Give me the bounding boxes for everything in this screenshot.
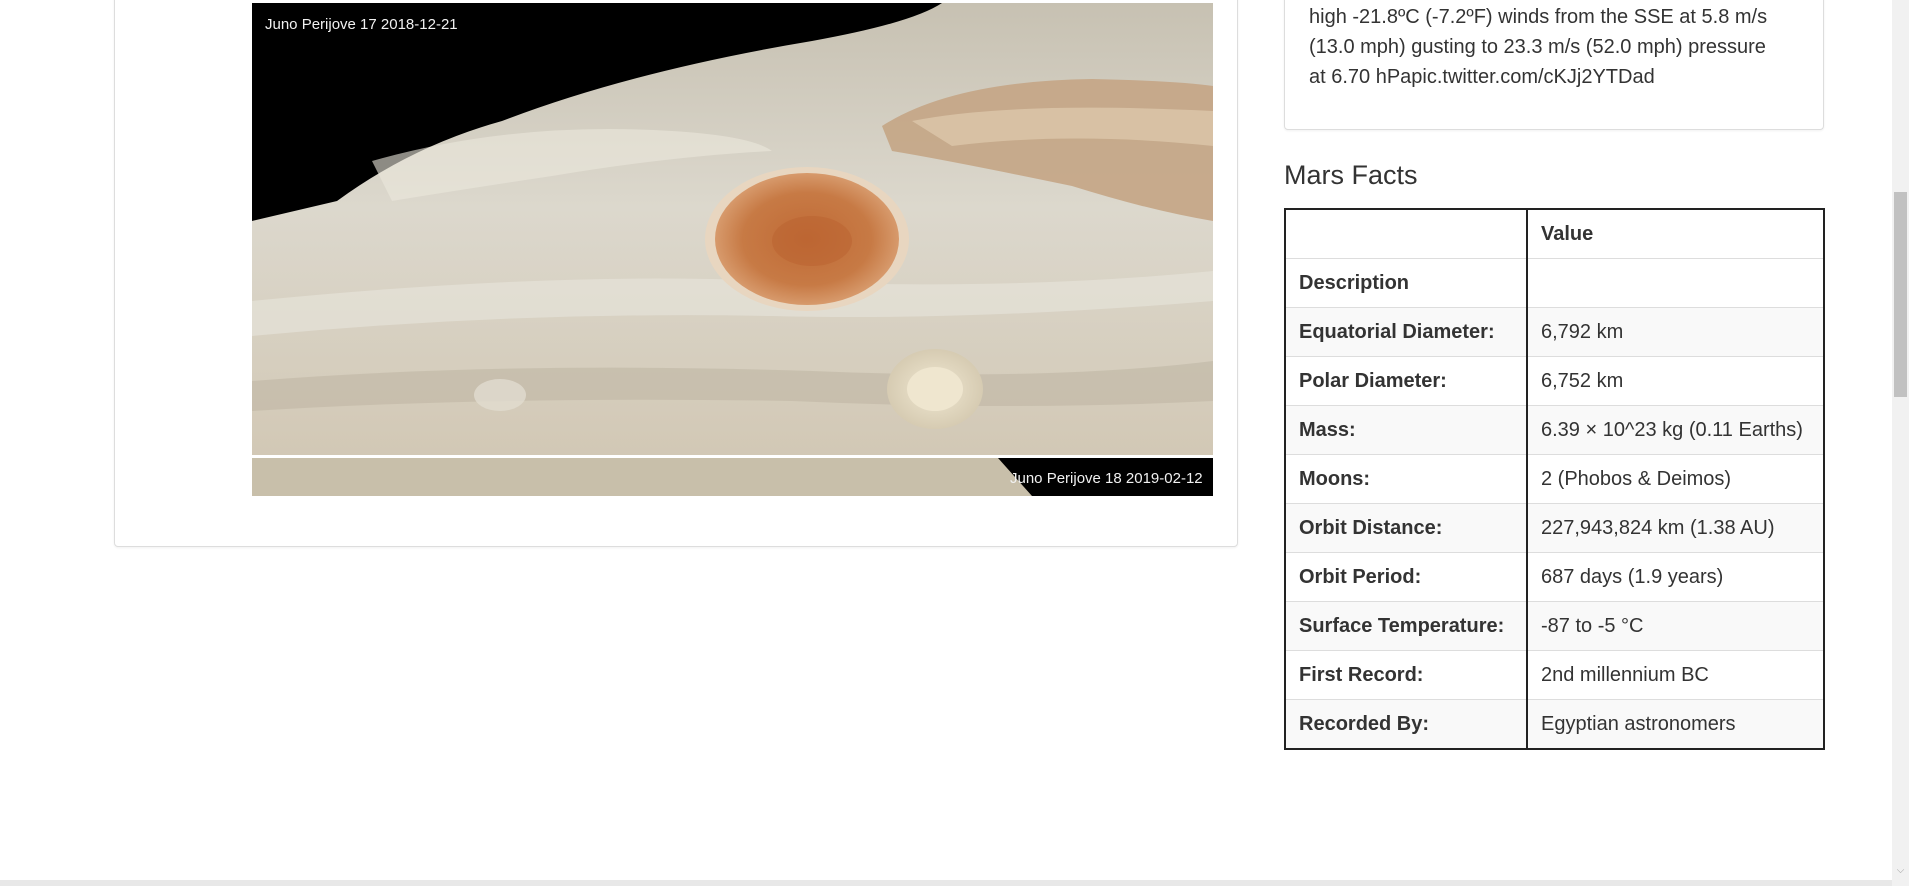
weather-line: (13.0 mph) gusting to 23.3 m/s (52.0 mph… <box>1309 36 1766 58</box>
table-header-value: Value <box>1526 208 1825 259</box>
scrollbar-thumb[interactable] <box>1894 192 1907 397</box>
fact-value: 2nd millennium BC <box>1526 650 1825 700</box>
vertical-scrollbar[interactable]: ⌵ <box>1892 0 1909 886</box>
fact-value: -87 to -5 °C <box>1526 601 1825 651</box>
table-row: First Record: 2nd millennium BC <box>1284 650 1825 700</box>
table-header-row: Value <box>1284 208 1825 259</box>
table-row: Description <box>1284 258 1825 308</box>
fact-label: Surface Temperature: <box>1284 601 1528 651</box>
table-row: Polar Diameter: 6,752 km <box>1284 356 1825 406</box>
mars-weather-text: high -21.8ºC (-7.2ºF) winds from the SSE… <box>1309 2 1809 92</box>
fact-value: 227,943,824 km (1.38 AU) <box>1526 503 1825 553</box>
table-row: Orbit Distance: 227,943,824 km (1.38 AU) <box>1284 503 1825 553</box>
fact-label: Polar Diameter: <box>1284 356 1528 406</box>
horizontal-scrollbar[interactable] <box>0 880 1892 886</box>
fact-value: 6,792 km <box>1526 307 1825 357</box>
fact-value: 687 days (1.9 years) <box>1526 552 1825 602</box>
fact-label: Description <box>1284 258 1528 308</box>
page: Juno Perijove 17 2018-12-21 Juno Perijov… <box>0 0 1909 886</box>
caption-perijove-17: Juno Perijove 17 2018-12-21 <box>265 16 458 33</box>
fact-value <box>1526 258 1825 308</box>
fact-value: Egyptian astronomers <box>1526 699 1825 750</box>
weather-line: at 6.70 hPapic.twitter.com/cKJj2YTDad <box>1309 66 1655 88</box>
table-row: Mass: 6.39 × 10^23 kg (0.11 Earths) <box>1284 405 1825 455</box>
hemisphere-image-card: Juno Perijove 17 2018-12-21 Juno Perijov… <box>114 0 1238 547</box>
table-header-blank <box>1284 208 1528 259</box>
fact-value: 6.39 × 10^23 kg (0.11 Earths) <box>1526 405 1825 455</box>
mars-weather-card: high -21.8ºC (-7.2ºF) winds from the SSE… <box>1284 0 1824 130</box>
table-row: Moons: 2 (Phobos & Deimos) <box>1284 454 1825 504</box>
scroll-down-arrow-icon[interactable]: ⌵ <box>1892 862 1909 879</box>
jupiter-great-red-spot-image[interactable]: Juno Perijove 17 2018-12-21 Juno Perijov… <box>252 0 1213 496</box>
fact-label: Moons: <box>1284 454 1528 504</box>
fact-label: Orbit Distance: <box>1284 503 1528 553</box>
fact-label: Mass: <box>1284 405 1528 455</box>
fact-label: Recorded By: <box>1284 699 1528 750</box>
table-row: Orbit Period: 687 days (1.9 years) <box>1284 552 1825 602</box>
mars-facts-title: Mars Facts <box>1284 160 1418 190</box>
fact-label: First Record: <box>1284 650 1528 700</box>
fact-value: 6,752 km <box>1526 356 1825 406</box>
table-row: Recorded By: Egyptian astronomers <box>1284 699 1825 750</box>
caption-perijove-18: Juno Perijove 18 2019-02-12 <box>1010 470 1203 487</box>
table-row: Equatorial Diameter: 6,792 km <box>1284 307 1825 357</box>
weather-line: high -21.8ºC (-7.2ºF) winds from the SSE… <box>1309 6 1768 28</box>
table-row: Surface Temperature: -87 to -5 °C <box>1284 601 1825 651</box>
fact-label: Equatorial Diameter: <box>1284 307 1528 357</box>
mars-facts-table: Value Description Equatorial Diameter: 6… <box>1284 208 1825 750</box>
fact-label: Orbit Period: <box>1284 552 1528 602</box>
fact-value: 2 (Phobos & Deimos) <box>1526 454 1825 504</box>
